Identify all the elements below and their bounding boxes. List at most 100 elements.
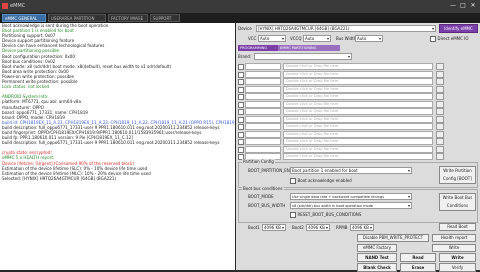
boot-partition-select[interactable]: Boot partition 1 enabled for boot (290, 167, 412, 174)
partition-row[interactable]: Double click or Drop file here (238, 115, 476, 123)
partition-checkbox[interactable] (238, 94, 244, 100)
partition-name-field[interactable] (245, 138, 281, 145)
partition-file-field[interactable]: Double click or Drop file here (283, 153, 433, 160)
partition-name-field[interactable] (245, 145, 281, 153)
partition-file-field[interactable]: Double click or Drop file here (283, 63, 433, 70)
partition-name-field[interactable] (245, 108, 281, 115)
partition-file-field[interactable]: Double click or Drop file here (283, 115, 433, 123)
partition-row[interactable]: Double click or Drop file here (238, 145, 476, 153)
tab-factory-image[interactable]: FACTORY IMAGE (108, 14, 148, 22)
verify-button[interactable]: Verify (439, 263, 476, 272)
browse-file-button[interactable] (436, 123, 444, 130)
reset-boot-bus-option[interactable]: RESET_BOOT_BUS_CONDITIONS (290, 212, 361, 218)
partition-file-field[interactable]: Double click or Drop file here (283, 78, 433, 85)
write-partition-config-button[interactable]: Write Partition Config [BOOT] (439, 166, 476, 184)
boot-bus-width-select[interactable]: x8 (sdr/ddr) bus width in boot operation… (290, 202, 412, 209)
bus-width-select[interactable]: Auto (355, 35, 383, 42)
vcc-select[interactable]: Auto (258, 35, 286, 42)
boot-ack-checkbox[interactable] (290, 178, 296, 184)
partition-row[interactable]: Double click or Drop file here (238, 70, 476, 78)
partition-row[interactable]: Double click or Drop file here (238, 78, 476, 85)
direct-io-option[interactable]: Direct eMMC IO (430, 36, 469, 42)
partition-checkbox[interactable] (238, 116, 244, 123)
subtab-emmc-partitioning[interactable]: EMMC PARTITIONING (278, 45, 340, 51)
pbm-write-protect-button[interactable]: Disable PBM_WRITE_PROTECT (357, 234, 429, 242)
partition-checkbox[interactable] (238, 124, 244, 130)
partition-checkbox[interactable] (238, 139, 244, 145)
partition-name-field[interactable] (245, 130, 281, 138)
boot2-size-select[interactable]: 4096 KB (306, 224, 330, 231)
factory-erase-button[interactable]: eMMC Factory Erase (357, 244, 397, 252)
partition-row[interactable]: Double click or Drop file here (238, 123, 476, 130)
read-boot-button[interactable]: Read Boot (439, 223, 476, 231)
partition-checkbox[interactable] (238, 71, 244, 78)
partition-row[interactable]: Double click or Drop file here (238, 100, 476, 108)
partition-name-field[interactable] (245, 70, 281, 78)
boot-mode-select[interactable]: Use single data rate + backward compatib… (290, 193, 412, 200)
partition-file-field[interactable]: Double click or Drop file here (283, 145, 433, 153)
partition-checkbox[interactable] (238, 86, 244, 93)
browse-file-button[interactable] (436, 63, 444, 70)
partition-file-field[interactable]: Double click or Drop file here (283, 138, 433, 145)
partition-file-field[interactable]: Double click or Drop file here (283, 123, 433, 130)
partition-file-field[interactable]: Double click or Drop file here (283, 70, 433, 78)
partition-checkbox[interactable] (238, 79, 244, 85)
erase-button[interactable]: Erase (400, 263, 436, 272)
partition-checkbox[interactable] (238, 131, 244, 138)
browse-file-button[interactable] (436, 153, 444, 160)
partition-checkbox[interactable] (238, 101, 244, 108)
tile-write-button[interactable]: Write (432, 244, 476, 252)
blank-check-button[interactable]: Blank Check (357, 263, 397, 272)
partition-file-field[interactable]: Double click or Drop file here (283, 130, 433, 138)
partition-file-field[interactable]: Double click or Drop file here (283, 93, 433, 100)
partition-name-field[interactable] (245, 115, 281, 123)
partition-file-field[interactable]: Double click or Drop file here (283, 100, 433, 108)
partition-row[interactable]: Double click or Drop file here (238, 63, 476, 70)
health-report-button[interactable]: Health report (432, 234, 476, 242)
partition-checkbox[interactable] (238, 146, 244, 153)
maximize-button[interactable]: □ (458, 2, 468, 10)
brand-select[interactable] (254, 53, 352, 60)
browse-file-button[interactable] (436, 115, 444, 123)
browse-file-button[interactable] (436, 93, 444, 100)
partition-name-field[interactable] (245, 93, 281, 100)
identify-emmc-button[interactable]: Identify eMMC (439, 24, 478, 33)
partition-file-field[interactable]: Double click or Drop file here (283, 85, 433, 93)
browse-file-button[interactable] (436, 78, 444, 85)
tab-userarea-partition[interactable]: USERAREA PARTITION (48, 14, 106, 22)
direct-io-checkbox[interactable] (430, 36, 436, 42)
browse-file-button[interactable] (436, 70, 444, 78)
boot1-size-select[interactable]: 4096 KB (262, 224, 286, 231)
partition-checkbox[interactable] (238, 109, 244, 115)
subtab-programming[interactable]: PROGRAMMING (238, 45, 280, 51)
partition-checkbox[interactable] (238, 64, 244, 70)
tab-support[interactable]: SUPPORT (150, 14, 180, 22)
partition-name-field[interactable] (245, 123, 281, 130)
tab-emmc-general[interactable]: eMMC GENERAL (2, 14, 46, 22)
partition-name-field[interactable] (245, 100, 281, 108)
close-button[interactable]: ✕ (468, 2, 478, 10)
write-boot-bus-button[interactable]: Write Boot Bus Conditions [BOOT] (439, 193, 476, 211)
browse-file-button[interactable] (436, 138, 444, 145)
reset-boot-bus-checkbox[interactable] (290, 212, 296, 218)
partition-row[interactable]: Double click or Drop file here (238, 85, 476, 93)
nand-test-button[interactable]: NAND Test (357, 253, 397, 262)
browse-file-button[interactable] (436, 145, 444, 153)
write-button[interactable]: Write (439, 253, 476, 262)
partition-row[interactable]: Double click or Drop file here (238, 108, 476, 115)
partition-name-field[interactable] (245, 63, 281, 70)
partition-name-field[interactable] (245, 78, 281, 85)
partition-row[interactable]: Double click or Drop file here (238, 130, 476, 138)
browse-file-button[interactable] (436, 130, 444, 138)
minimize-button[interactable]: — (448, 2, 458, 10)
log-panel[interactable]: Boot acknowledge is sent during the boot… (0, 23, 235, 270)
partition-row[interactable]: Double click or Drop file here (238, 93, 476, 100)
browse-file-button[interactable] (436, 108, 444, 115)
partition-row[interactable]: Double click or Drop file here (238, 138, 476, 145)
browse-file-button[interactable] (436, 85, 444, 93)
partition-name-field[interactable] (245, 85, 281, 93)
vccq-select[interactable]: Auto (303, 35, 331, 42)
browse-file-button[interactable] (436, 100, 444, 108)
read-button[interactable]: Read (400, 253, 436, 262)
partition-file-field[interactable]: Double click or Drop file here (283, 108, 433, 115)
